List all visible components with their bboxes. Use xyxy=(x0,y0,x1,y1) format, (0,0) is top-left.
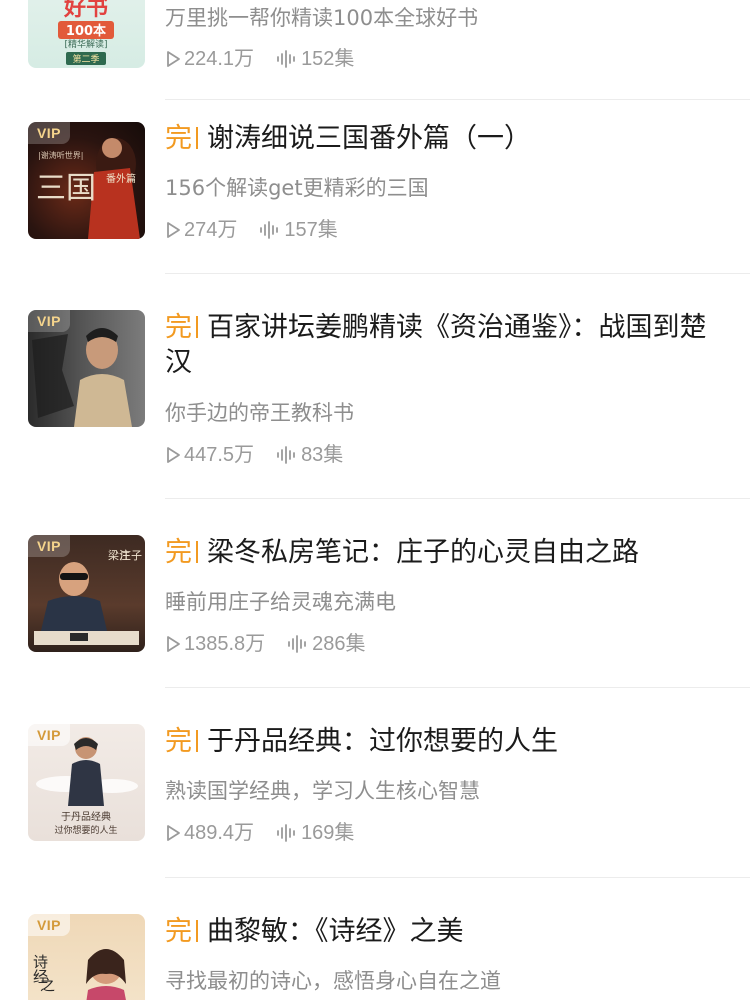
list-item[interactable]: 梁注 庄子 VIP 完梁冬私房笔记：庄子的心灵自由之路 睡前用庄子给灵魂充满电 … xyxy=(0,499,750,688)
album-description: 156个解读get更精彩的三国 xyxy=(165,176,429,200)
album-stats: 224.1万 152集 xyxy=(165,45,376,73)
list-item[interactable]: 好书 100本 [精华解读] 第二季 万里挑一帮你精读100本全球好书 224.… xyxy=(0,0,750,100)
play-triangle-icon xyxy=(167,51,180,67)
svg-text:于丹品经典: 于丹品经典 xyxy=(61,810,111,823)
svg-text:|谢涛听世界|: |谢涛听世界| xyxy=(38,150,83,160)
svg-text:100本: 100本 xyxy=(66,23,106,39)
album-description: 你手边的帝王教科书 xyxy=(165,401,354,425)
audio-wave-icon xyxy=(277,824,295,842)
vip-badge: VIP xyxy=(28,122,70,144)
episode-count: 286集 xyxy=(287,630,366,658)
album-description: 熟读国学经典，学习人生核心智慧 xyxy=(165,779,480,803)
play-count: 224.1万 xyxy=(165,45,254,73)
completed-tag: 完 xyxy=(165,312,192,343)
list-item[interactable]: 诗经 之 VIP 完曲黎敏：《诗经》之美 寻找最初的诗心，感悟身心自在之道 xyxy=(0,878,750,1000)
tag-separator xyxy=(196,127,198,149)
play-count: 489.4万 xyxy=(165,819,254,847)
episode-count: 169集 xyxy=(276,819,354,847)
album-cover[interactable]: 梁注 庄子 VIP xyxy=(28,535,145,652)
album-stats: 274万 157集 xyxy=(165,216,360,244)
audio-wave-icon xyxy=(277,50,295,68)
album-cover[interactable]: 诗经 之 VIP xyxy=(28,914,145,1000)
album-title: 完曲黎敏：《诗经》之美 xyxy=(165,916,464,947)
play-triangle-icon xyxy=(167,222,180,238)
svg-text:过你想要的人生: 过你想要的人生 xyxy=(54,824,117,836)
tag-separator xyxy=(196,920,198,942)
svg-text:庄子: 庄子 xyxy=(120,548,142,562)
album-cover[interactable]: VIP xyxy=(28,310,145,427)
list-item[interactable]: 于丹品经典 过你想要的人生 VIP 完于丹品经典：过你想要的人生 熟读国学经典，… xyxy=(0,688,750,878)
episode-count: 157集 xyxy=(259,216,338,244)
album-description: 万里挑一帮你精读100本全球好书 xyxy=(165,6,479,30)
play-count: 1385.8万 xyxy=(165,630,265,658)
list-item[interactable]: |谢涛听世界| 三国 番外篇 VIP 完谢涛细说三国番外篇（一） 156个解读g… xyxy=(0,100,750,274)
play-triangle-icon xyxy=(167,636,180,652)
vip-badge: VIP xyxy=(28,535,70,557)
album-title: 完谢涛细说三国番外篇（一） xyxy=(165,123,531,154)
svg-text:番外篇: 番外篇 xyxy=(106,172,136,185)
play-triangle-icon xyxy=(167,825,180,841)
svg-text:之: 之 xyxy=(40,976,55,994)
tag-separator xyxy=(196,541,198,563)
vip-badge: VIP xyxy=(28,724,70,746)
audio-wave-icon xyxy=(277,446,295,464)
album-title: 完梁冬私房笔记：庄子的心灵自由之路 xyxy=(165,537,639,568)
album-description: 睡前用庄子给灵魂充满电 xyxy=(165,590,396,614)
completed-tag: 完 xyxy=(165,123,192,154)
play-count: 447.5万 xyxy=(165,441,254,469)
vip-badge: VIP xyxy=(28,310,70,332)
vip-badge: VIP xyxy=(28,914,70,936)
completed-tag: 完 xyxy=(165,726,192,757)
album-list: 好书 100本 [精华解读] 第二季 万里挑一帮你精读100本全球好书 224.… xyxy=(0,0,750,1000)
completed-tag: 完 xyxy=(165,916,192,947)
album-cover[interactable]: 好书 100本 [精华解读] 第二季 xyxy=(28,0,145,68)
album-stats: 447.5万 83集 xyxy=(165,441,365,469)
album-title: 完于丹品经典：过你想要的人生 xyxy=(165,726,558,757)
album-stats: 1385.8万 286集 xyxy=(165,630,388,658)
episode-count: 152集 xyxy=(276,45,354,73)
svg-text:[精华解读]: [精华解读] xyxy=(64,38,107,50)
audio-wave-icon xyxy=(260,221,279,239)
album-cover[interactable]: |谢涛听世界| 三国 番外篇 VIP xyxy=(28,122,145,239)
cover-art: 好书 100本 [精华解读] 第二季 xyxy=(58,0,114,65)
play-triangle-icon xyxy=(167,447,180,463)
tag-separator xyxy=(196,730,198,752)
list-item[interactable]: VIP 完百家讲坛姜鹏精读《资治通鉴》：战国到楚汉 你手边的帝王教科书 447.… xyxy=(0,274,750,499)
album-cover[interactable]: 于丹品经典 过你想要的人生 VIP xyxy=(28,724,145,841)
play-count: 274万 xyxy=(165,216,237,244)
album-title: 完百家讲坛姜鹏精读《资治通鉴》：战国到楚汉 xyxy=(165,312,707,378)
episode-count: 83集 xyxy=(276,441,343,469)
album-description: 寻找最初的诗心，感悟身心自在之道 xyxy=(165,969,501,993)
svg-text:好书: 好书 xyxy=(63,0,108,21)
svg-text:第二季: 第二季 xyxy=(72,53,99,65)
tag-separator xyxy=(196,316,198,338)
svg-text:三国: 三国 xyxy=(36,171,96,206)
album-stats: 489.4万 169集 xyxy=(165,819,376,847)
completed-tag: 完 xyxy=(165,537,192,568)
audio-wave-icon xyxy=(288,635,307,653)
